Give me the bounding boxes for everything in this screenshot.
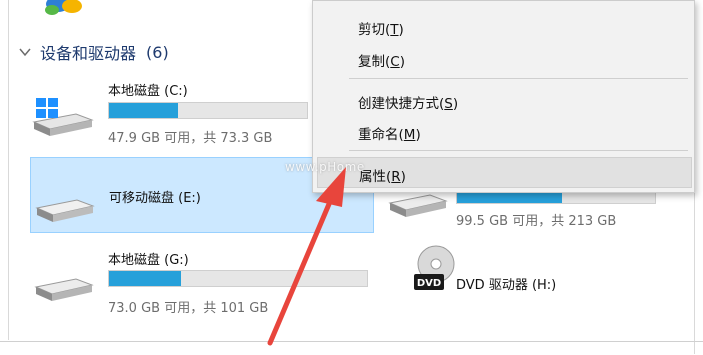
hard-drive-icon: [388, 194, 448, 217]
drive-c-usage-fill: [109, 103, 179, 118]
removable-drive-icon: [35, 199, 95, 222]
menu-shortcut-close: ): [452, 96, 459, 112]
menu-properties-close: ): [400, 169, 406, 185]
menu-cut-close: ): [398, 22, 404, 38]
drive-h[interactable]: DVD DVD 驱动器 (H:): [384, 244, 684, 314]
drive-g-free-space: 73.0 GB 可用，共 101 GB: [108, 301, 269, 316]
context-menu: 剪切(T) 复制(C) 创建快捷方式(S) 重命名(M) 属性(R): [312, 0, 695, 193]
dvd-drive-icon: DVD: [414, 245, 455, 290]
hard-drive-icon: [34, 278, 94, 301]
drive-c-usage-bar: [108, 102, 308, 119]
section-count: (6): [146, 42, 169, 62]
chevron-down-icon: [19, 48, 31, 57]
drive-g-name: 本地磁盘 (G:): [108, 253, 189, 268]
section-title: 设备和驱动器: [40, 44, 137, 63]
window-left-edge: [8, 0, 9, 340]
menu-properties-hotkey: R: [391, 169, 401, 185]
menu-copy-hotkey: C: [390, 54, 400, 70]
menu-separator: [349, 150, 688, 151]
menu-item-rename[interactable]: 重命名(M): [313, 118, 694, 146]
drive-f-free-space: 99.5 GB 可用，共 213 GB: [456, 214, 617, 229]
menu-item-create-shortcut[interactable]: 创建快捷方式(S): [313, 87, 694, 115]
windows-drive-icon: [32, 98, 94, 136]
drive-c-free-space: 47.9 GB 可用，共 73.3 GB: [108, 131, 273, 146]
menu-item-properties[interactable]: 属性(R): [317, 157, 692, 188]
drive-g[interactable]: 本地磁盘 (G:) 73.0 GB 可用，共 101 GB: [30, 241, 370, 321]
devices-and-drives-header[interactable]: 设备和驱动器 (6): [18, 40, 169, 64]
menu-item-copy[interactable]: 复制(C): [313, 45, 694, 73]
menu-rename-label: 重命名(: [358, 127, 404, 143]
menu-cut-label: 剪切(: [358, 22, 391, 38]
menu-rename-hotkey: M: [403, 127, 416, 143]
drive-c[interactable]: 本地磁盘 (C:) 47.9 GB 可用，共 73.3 GB: [30, 74, 330, 154]
menu-shortcut-label: 创建快捷方式(: [358, 96, 445, 112]
menu-copy-close: ): [399, 54, 405, 70]
menu-copy-label: 复制(: [358, 54, 391, 70]
menu-item-cut[interactable]: 剪切(T): [313, 13, 694, 41]
drive-g-usage-bar: [108, 270, 368, 287]
window-bottom-edge: [0, 341, 703, 342]
drive-c-name: 本地磁盘 (C:): [108, 84, 188, 99]
menu-cut-hotkey: T: [390, 22, 399, 38]
drive-h-name: DVD 驱动器 (H:): [456, 278, 557, 293]
drive-e-name: 可移动磁盘 (E:): [109, 191, 201, 206]
watermark-text: www.pHome: [285, 160, 365, 174]
svg-text:DVD: DVD: [417, 278, 441, 289]
menu-separator: [349, 78, 688, 79]
menu-rename-close: ): [415, 127, 421, 143]
cloud-drive-icon: [45, 0, 82, 15]
drive-g-usage-fill: [109, 271, 182, 286]
menu-shortcut-hotkey: S: [444, 96, 453, 112]
